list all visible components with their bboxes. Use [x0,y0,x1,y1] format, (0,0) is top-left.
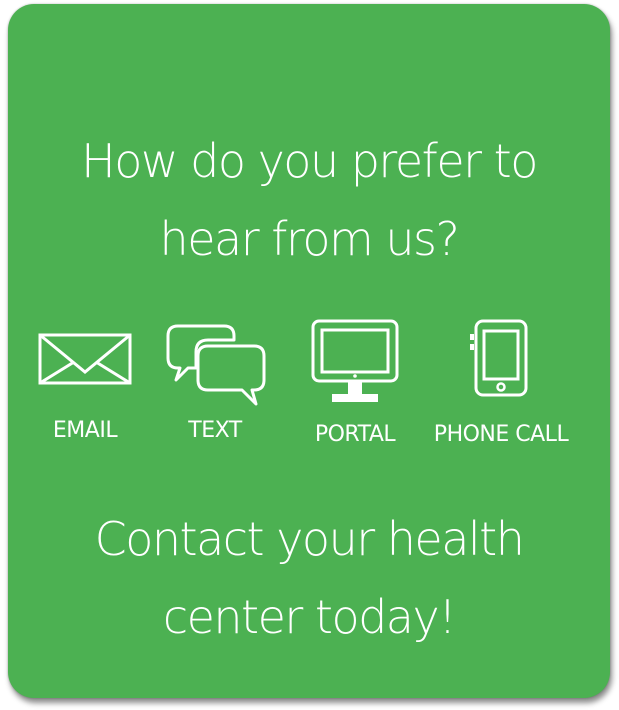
option-text: TEXT [162,318,268,443]
option-phone-call: PHONE CALL [434,318,569,447]
contact-preference-card: How do you prefer to hear from us? EMAIL… [8,4,610,698]
call-to-action: Contact your health center today! [8,500,610,656]
envelope-icon [38,322,132,386]
option-portal: PORTAL [310,318,400,447]
option-text-label: TEXT [188,418,242,443]
question-heading: How do you prefer to hear from us? [8,122,610,278]
smartphone-icon [470,318,532,398]
question-line-2: hear from us? [159,212,460,266]
chat-bubbles-icon [162,318,268,410]
option-email-label: EMAIL [52,418,118,443]
question-line-1: How do you prefer to [81,134,538,188]
option-phone-call-label: PHONE CALL [433,422,569,447]
option-email: EMAIL [38,322,132,443]
monitor-icon [310,318,400,408]
cta-line-2: center today! [162,590,457,644]
cta-line-1: Contact your health [94,512,525,566]
option-portal-label: PORTAL [314,422,396,447]
